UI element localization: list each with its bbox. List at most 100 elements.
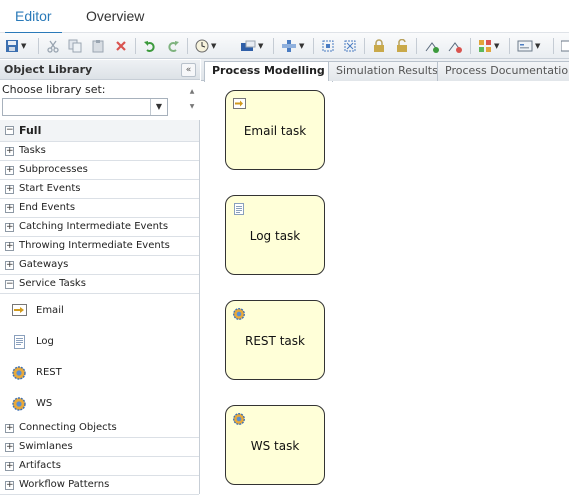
expand-icon[interactable]: + [5,443,14,452]
tree-item-label: Tasks [19,145,46,156]
expand-icon[interactable]: + [5,166,14,175]
library-item-label: WS [36,398,53,409]
color-palette-button[interactable]: ▼ [478,38,499,54]
email-task-icon [233,98,246,112]
shape-button[interactable]: ▼ [240,38,263,54]
unlock-button[interactable] [395,38,409,54]
tree-item-label: Connecting Objects [19,422,117,433]
tree-item-label: Artifacts [19,460,61,471]
copy-icon [68,39,82,53]
log-task-icon [12,335,26,352]
tree-item-artifacts[interactable]: + Artifacts [0,457,199,476]
object-library-header: Object Library « [0,60,200,80]
shape-icon [241,40,256,51]
email-task-icon [12,304,27,319]
add-connector-button[interactable] [424,38,440,54]
gear-icon [12,397,26,414]
group-icon [344,40,356,52]
library-item-label: Email [36,305,64,316]
expand-icon[interactable]: + [5,223,14,232]
view-options-button[interactable]: ▼ [517,38,540,54]
align-button[interactable]: ▼ [281,38,304,54]
lock-button[interactable] [372,38,386,54]
gear-icon [12,366,26,383]
ws-task-shape[interactable]: WS task [225,405,325,485]
delete-icon [116,41,126,51]
tree-item-start-events[interactable]: + Start Events [0,180,199,199]
tree-item-label: Gateways [19,259,69,270]
expand-icon[interactable]: + [5,204,14,213]
task-label: Email task [243,124,307,138]
undo-button[interactable] [143,38,157,54]
collapse-icon[interactable]: − [5,280,14,289]
gear-icon [233,413,245,428]
tree-item-throwing-intermediate-events[interactable]: + Throwing Intermediate Events [0,237,199,256]
tab-process-modelling[interactable]: Process Modelling [204,61,333,82]
save-icon [6,40,18,52]
tab-process-documentation[interactable]: Process Documentation [437,61,569,81]
expand-icon[interactable]: + [5,147,14,156]
log-task-shape[interactable]: Log task [225,195,325,275]
group-button[interactable] [343,38,357,54]
task-label: WS task [250,439,300,453]
connector-add-icon [425,42,439,53]
delete-button[interactable] [114,38,128,54]
library-item-email[interactable]: Email [0,296,199,327]
tree-item-service-tasks[interactable]: − Service Tasks [0,275,199,294]
unlock-icon [397,39,407,52]
library-item-rest[interactable]: REST [0,358,199,389]
email-task-shape[interactable]: Email task [225,90,325,170]
log-task-icon [233,203,245,218]
cut-button[interactable] [46,38,60,54]
expand-icon[interactable]: + [5,462,14,471]
tree-item-workflow-patterns[interactable]: + Workflow Patterns [0,476,199,495]
scroll-arrows-icon[interactable]: ▲ ▼ [188,84,196,114]
more-icon [561,40,569,52]
expand-icon[interactable]: + [5,424,14,433]
tab-simulation-results[interactable]: Simulation Results [328,61,446,81]
tree-item-connecting-objects[interactable]: + Connecting Objects [0,419,199,438]
collapse-panel-button[interactable]: « [181,63,196,77]
tab-editor[interactable]: Editor [5,0,62,34]
view-icon [517,40,533,52]
tree-item-subprocesses[interactable]: + Subprocesses [0,161,199,180]
chevron-down-icon[interactable]: ▼ [150,99,167,115]
more-button[interactable] [561,38,569,54]
paste-icon [92,40,104,53]
copy-button[interactable] [68,38,82,54]
tab-overview[interactable]: Overview [86,0,144,33]
cut-icon [47,40,59,53]
expand-icon[interactable]: + [5,261,14,270]
tree-item-label: Subprocesses [19,164,88,175]
save-button[interactable]: ▼ [5,38,26,54]
timer-button[interactable]: ▼ [195,38,216,54]
expand-icon[interactable]: + [5,185,14,194]
object-library-title: Object Library [4,63,93,76]
remove-connector-button[interactable] [447,38,463,54]
expand-icon[interactable]: + [5,481,14,490]
rest-task-shape[interactable]: REST task [225,300,325,380]
tree-item-label: Workflow Patterns [19,479,110,490]
clock-icon [195,39,209,53]
library-item-ws[interactable]: WS [0,389,199,420]
tree-item-catching-intermediate-events[interactable]: + Catching Intermediate Events [0,218,199,237]
tree-item-label: End Events [19,202,76,213]
library-item-log[interactable]: Log [0,327,199,358]
paste-button[interactable] [91,38,105,54]
tree-item-label: Start Events [19,183,81,194]
library-set-select[interactable] [2,98,168,116]
task-label: REST task [245,334,305,348]
tree-item-swimlanes[interactable]: + Swimlanes [0,438,199,457]
select-all-button[interactable] [321,38,335,54]
redo-button[interactable] [166,38,180,54]
expand-icon[interactable]: + [5,242,14,251]
tree-item-end-events[interactable]: + End Events [0,199,199,218]
choose-library-label: Choose library set: [2,83,106,96]
connector-remove-icon [448,42,462,53]
tree-item-full[interactable]: − Full [0,120,199,142]
process-canvas[interactable]: Email task Log task REST task WS task [201,82,569,494]
library-tree: − Full + Tasks + Subprocesses + Start Events + En… [0,120,200,495]
tree-item-tasks[interactable]: + Tasks [0,142,199,161]
collapse-icon[interactable]: − [5,126,14,135]
tree-item-gateways[interactable]: + Gateways [0,256,199,275]
